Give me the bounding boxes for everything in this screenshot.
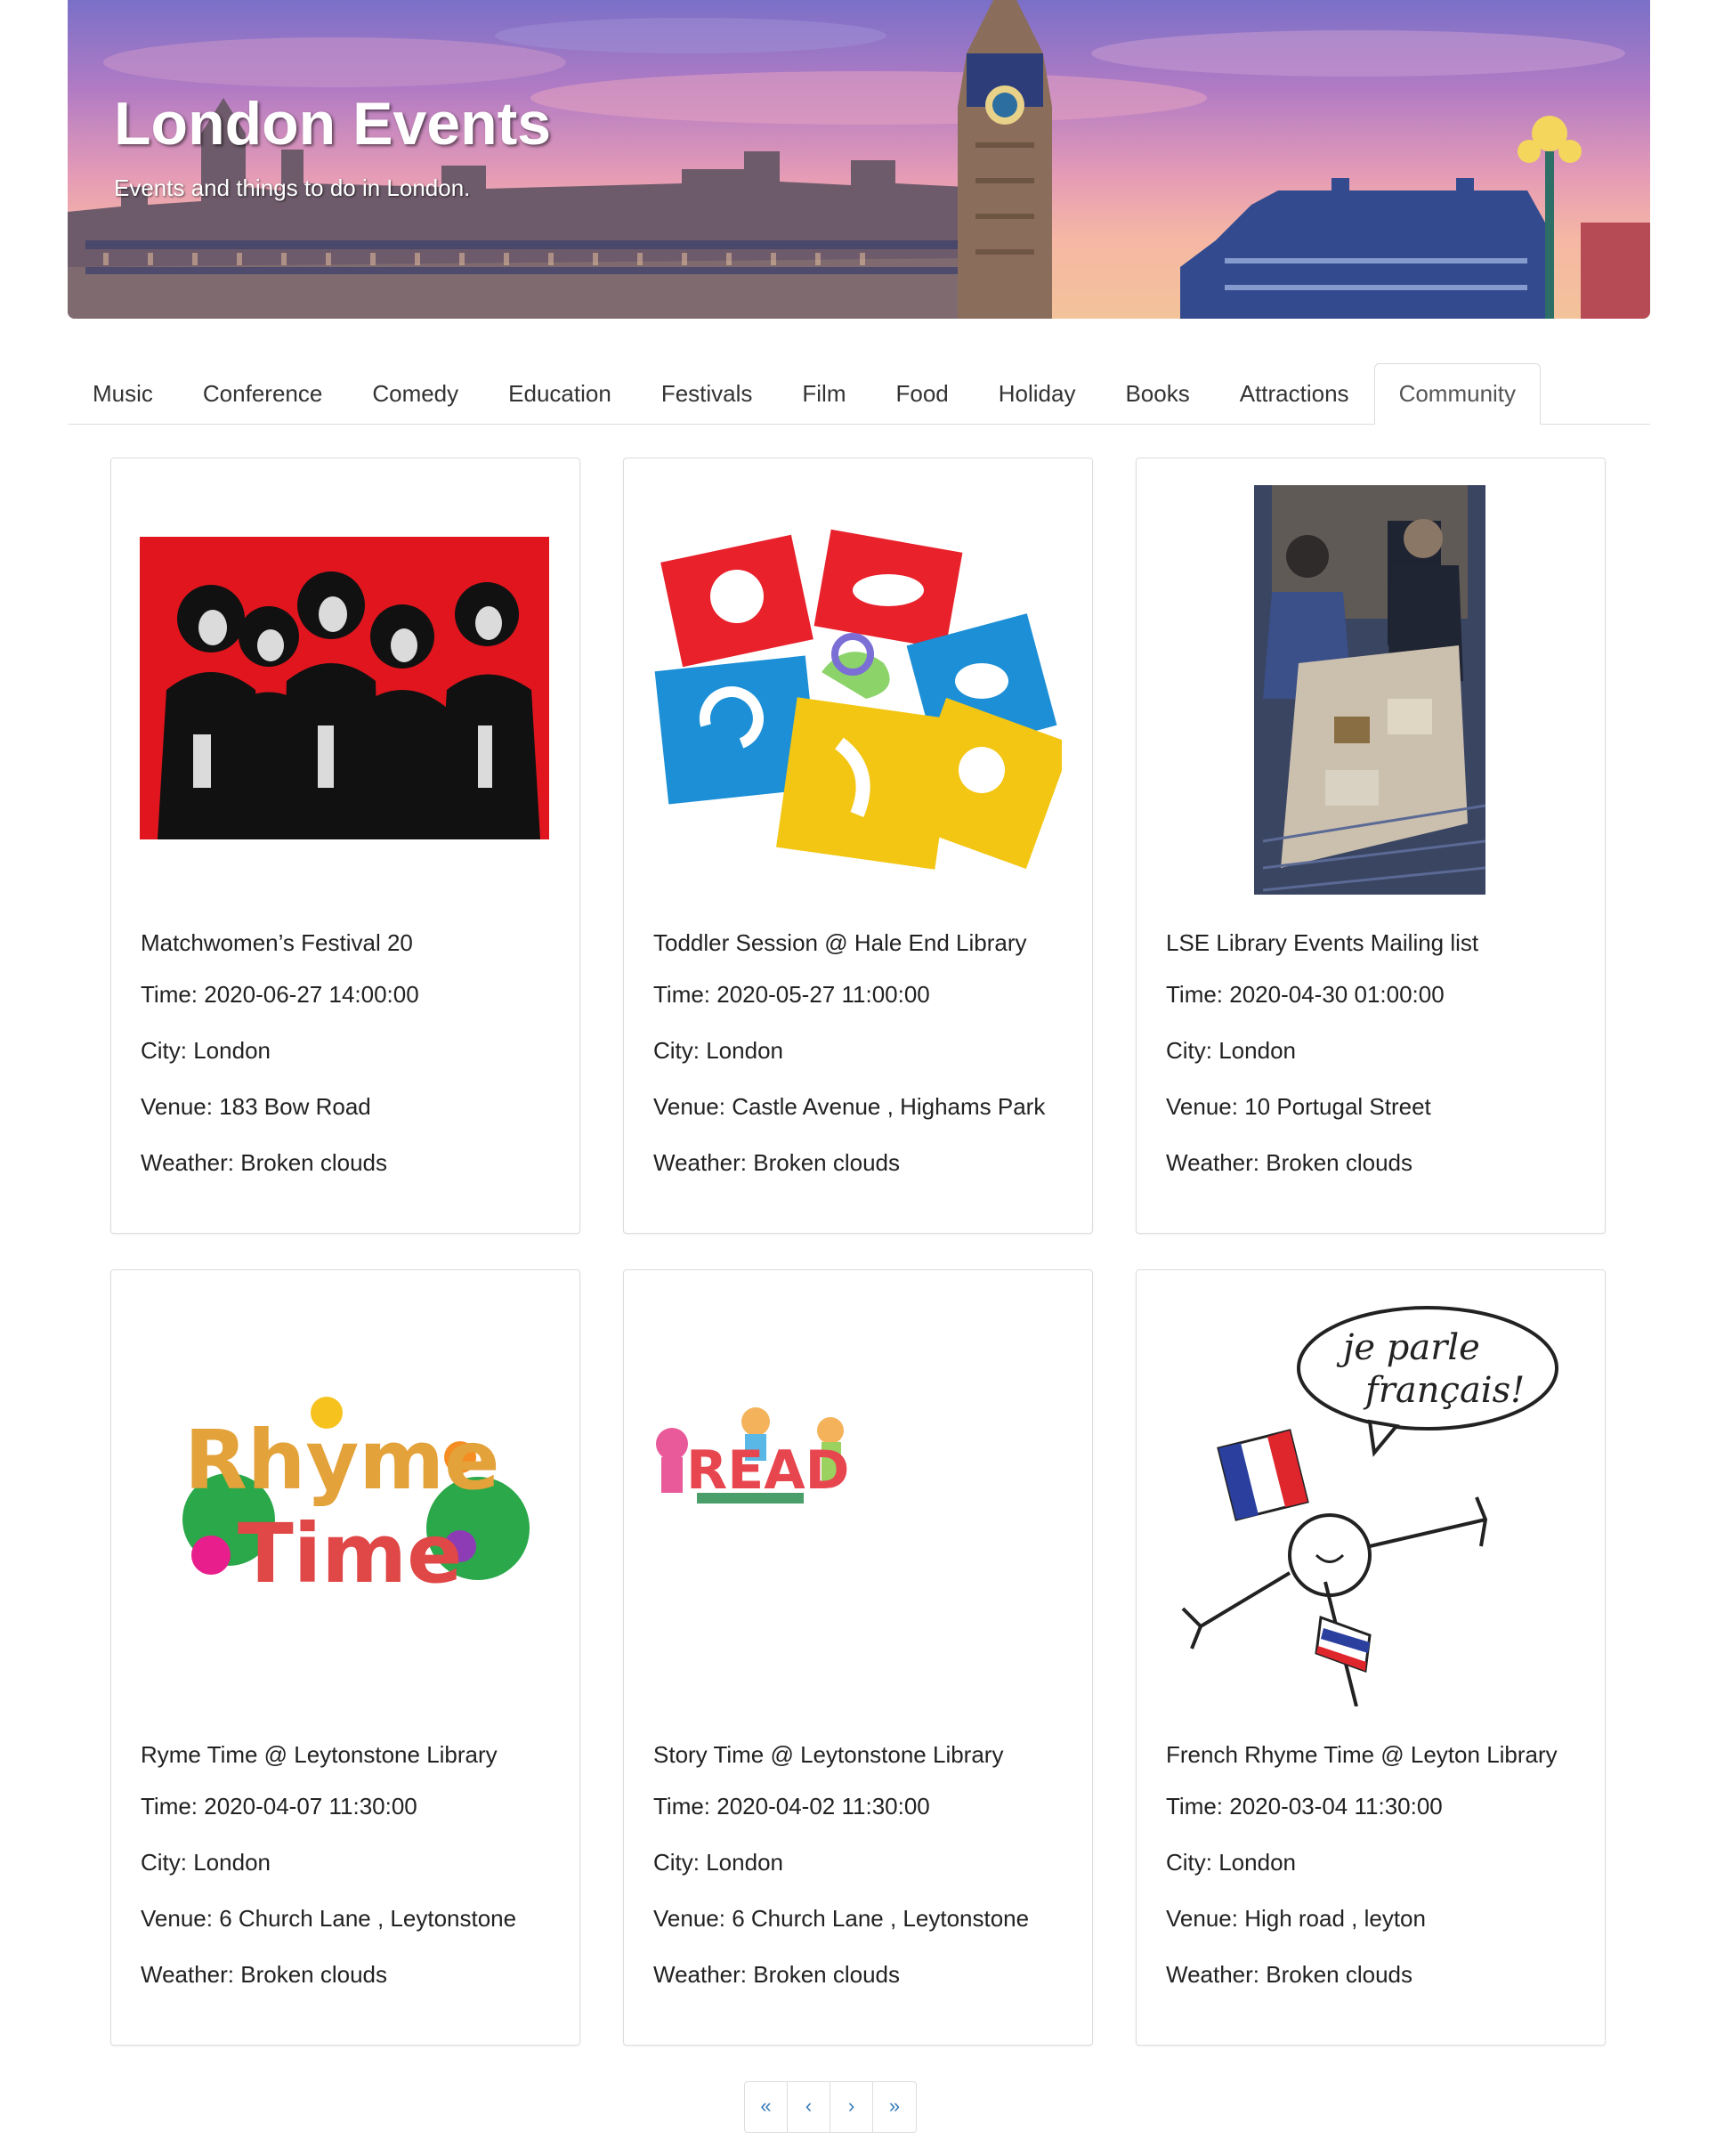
tab-comedy[interactable]: Comedy — [347, 363, 483, 424]
tab-attractions[interactable]: Attractions — [1215, 363, 1374, 424]
event-card[interactable]: Matchwomen’s Festival 20 Time: 2020-06-2… — [110, 458, 580, 1234]
event-title[interactable]: Story Time @ Leytonstone Library — [653, 1740, 1074, 1792]
tab-community[interactable]: Community — [1373, 363, 1542, 425]
event-image[interactable]: READ — [652, 1297, 1062, 1706]
event-card[interactable]: Rhyme Time Ryme Time @ Leytonstone Libra… — [110, 1269, 580, 2046]
event-image[interactable]: Rhyme Time — [140, 1297, 549, 1706]
speech-bubble-line-2: français! — [1363, 1370, 1525, 1411]
tab-food[interactable]: Food — [870, 363, 973, 424]
event-city: City: London — [653, 1037, 783, 1064]
event-city: City: London — [141, 1849, 271, 1876]
event-weather: Weather: Broken clouds — [653, 1149, 900, 1176]
logo-time-text: Time — [238, 1506, 463, 1601]
event-title[interactable]: LSE Library Events Mailing list — [1166, 928, 1587, 980]
read-kids-image: READ — [656, 1407, 849, 1504]
event-title[interactable]: Toddler Session @ Hale End Library — [653, 928, 1074, 980]
tab-education[interactable]: Education — [483, 363, 636, 424]
event-image[interactable] — [1165, 485, 1574, 895]
event-title[interactable]: Matchwomen’s Festival 20 — [141, 928, 562, 980]
logo-rhyme-text: Rhyme — [184, 1413, 500, 1508]
pagination-last-button[interactable]: » — [873, 2082, 916, 2132]
event-info: Toddler Session @ Hale End Library Time:… — [653, 928, 1074, 1204]
read-text: READ — [686, 1439, 849, 1502]
event-time: Time: 2020-04-07 11:30:00 — [141, 1793, 417, 1820]
event-image[interactable] — [140, 485, 549, 895]
event-weather: Weather: Broken clouds — [1166, 1961, 1412, 1988]
event-venue: Venue: Castle Avenue , Highams Park — [653, 1093, 1046, 1120]
event-city: City: London — [1166, 1849, 1296, 1876]
event-info: Ryme Time @ Leytonstone Library Time: 20… — [141, 1740, 562, 2016]
event-time: Time: 2020-03-04 11:30:00 — [1166, 1793, 1443, 1820]
event-info: French Rhyme Time @ Leyton Library Time:… — [1166, 1740, 1587, 2016]
event-time: Time: 2020-05-27 11:00:00 — [653, 981, 930, 1008]
band-photo-image — [140, 537, 549, 839]
event-time: Time: 2020-04-30 01:00:00 — [1166, 981, 1445, 1008]
site-title: London Events — [114, 90, 552, 158]
event-info: Story Time @ Leytonstone Library Time: 2… — [653, 1740, 1074, 2016]
event-card[interactable]: LSE Library Events Mailing list Time: 20… — [1136, 458, 1606, 1234]
event-title[interactable]: French Rhyme Time @ Leyton Library — [1166, 1740, 1587, 1792]
tab-film[interactable]: Film — [777, 363, 870, 424]
event-weather: Weather: Broken clouds — [653, 1961, 900, 1988]
event-venue: Venue: 6 Church Lane , Leytonstone — [653, 1905, 1030, 1932]
pagination-first-button[interactable]: « — [745, 2082, 788, 2132]
page: London Events Events and things to do in… — [0, 0, 1716, 2156]
pagination-prev-button[interactable]: ‹ — [788, 2082, 830, 2132]
french-cartoon-image: je parle français! — [1181, 1306, 1558, 1706]
event-image[interactable]: je parle français! — [1165, 1297, 1574, 1706]
event-venue: Venue: High road , leyton — [1166, 1905, 1426, 1932]
westminster-skyline-image — [68, 0, 1650, 319]
rhyme-time-logo-image: Rhyme Time — [182, 1397, 530, 1601]
pagination-next-button[interactable]: › — [830, 2082, 873, 2132]
event-image[interactable] — [652, 485, 1062, 895]
library-display-image — [1254, 485, 1486, 895]
event-time: Time: 2020-06-27 14:00:00 — [141, 981, 419, 1008]
category-tabs: Music Conference Comedy Education Festiv… — [68, 363, 1650, 425]
tab-music[interactable]: Music — [68, 363, 178, 424]
event-venue: Venue: 10 Portugal Street — [1166, 1093, 1431, 1120]
speech-bubble-line-1: je parle — [1336, 1327, 1480, 1368]
event-info: LSE Library Events Mailing list Time: 20… — [1166, 928, 1587, 1204]
event-weather: Weather: Broken clouds — [141, 1149, 387, 1176]
event-venue: Venue: 183 Bow Road — [141, 1093, 371, 1120]
pagination: « ‹ › » — [744, 2081, 917, 2133]
event-info: Matchwomen’s Festival 20 Time: 2020-06-2… — [141, 928, 562, 1204]
tab-holiday[interactable]: Holiday — [974, 363, 1101, 424]
event-time: Time: 2020-04-02 11:30:00 — [653, 1793, 930, 1820]
tab-festivals[interactable]: Festivals — [636, 363, 778, 424]
tab-books[interactable]: Books — [1100, 363, 1214, 424]
stencils-image — [654, 529, 1062, 870]
event-city: City: London — [141, 1037, 271, 1064]
event-city: City: London — [1166, 1037, 1296, 1064]
event-card[interactable]: je parle français! French Rhyme Time @ L… — [1136, 1269, 1606, 2046]
event-city: City: London — [653, 1849, 783, 1876]
event-card[interactable]: Toddler Session @ Hale End Library Time:… — [623, 458, 1093, 1234]
site-subtitle: Events and things to do in London. — [114, 174, 471, 201]
event-venue: Venue: 6 Church Lane , Leytonstone — [141, 1905, 517, 1932]
event-weather: Weather: Broken clouds — [1166, 1149, 1412, 1176]
event-title[interactable]: Ryme Time @ Leytonstone Library — [141, 1740, 562, 1792]
event-weather: Weather: Broken clouds — [141, 1961, 387, 1988]
event-card[interactable]: READ Story Time @ Leytonstone Library Ti… — [623, 1269, 1093, 2046]
tab-conference[interactable]: Conference — [178, 363, 347, 424]
header-banner: London Events Events and things to do in… — [68, 0, 1650, 319]
